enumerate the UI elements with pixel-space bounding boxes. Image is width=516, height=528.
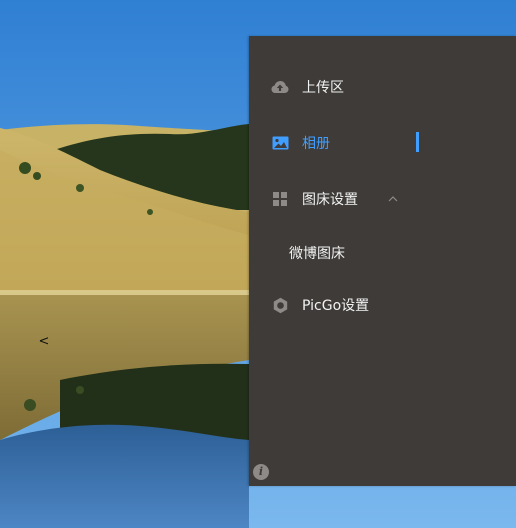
- sidebar-item-upload[interactable]: 上传区: [249, 67, 516, 107]
- app-screen: < 上传区 相册 图床设置 微博图床 PicGo设置 i: [0, 0, 516, 528]
- sidebar-item-picbed-settings[interactable]: 图床设置: [249, 179, 516, 219]
- active-indicator: [416, 132, 419, 152]
- sidebar-item-gallery[interactable]: 相册: [249, 123, 516, 163]
- image-icon: [271, 134, 289, 152]
- chevron-up-icon: [385, 191, 401, 207]
- back-arrow-button[interactable]: <: [37, 333, 51, 351]
- info-icon[interactable]: i: [253, 464, 269, 480]
- sidebar-item-label: 上传区: [302, 80, 344, 96]
- gear-icon: [271, 296, 289, 314]
- sidebar-item-label: 图床设置: [302, 192, 358, 208]
- sidebar-item-label: PicGo设置: [302, 298, 370, 314]
- submenu-item-label: 微博图床: [289, 246, 345, 262]
- sidebar-item-label: 相册: [302, 136, 330, 152]
- cloud-upload-icon: [271, 78, 289, 96]
- grid-icon: [271, 190, 289, 208]
- sidebar-menu: 上传区 相册 图床设置 微博图床 PicGo设置 i: [249, 36, 516, 486]
- submenu-item-weibo[interactable]: 微博图床: [249, 234, 516, 270]
- sidebar-item-picgo-settings[interactable]: PicGo设置: [249, 285, 516, 325]
